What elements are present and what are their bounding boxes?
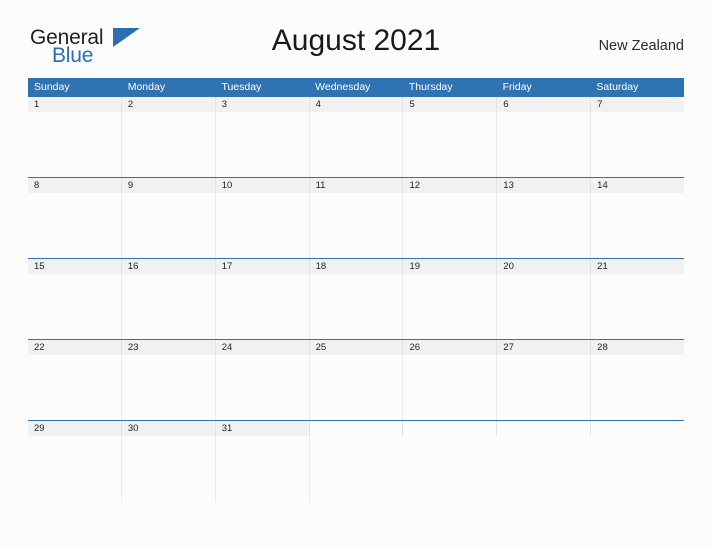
week-note-band xyxy=(28,112,684,178)
day-note-area[interactable] xyxy=(122,355,216,421)
day-number[interactable]: 3 xyxy=(216,97,310,112)
day-note-area-empty xyxy=(403,436,497,502)
day-number[interactable]: 20 xyxy=(497,259,592,274)
calendar-page: General Blue August 2021 New Zealand Sun… xyxy=(0,0,712,550)
day-note-area[interactable] xyxy=(122,193,216,259)
calendar-week-row: 8 9 10 11 12 13 14 xyxy=(28,177,684,259)
week-note-band xyxy=(28,274,684,340)
day-number[interactable]: 31 xyxy=(216,421,310,436)
day-number[interactable]: 24 xyxy=(216,340,310,355)
day-number[interactable]: 21 xyxy=(591,259,684,274)
day-note-area-empty xyxy=(497,436,591,502)
day-number[interactable]: 13 xyxy=(497,178,592,193)
day-number[interactable]: 4 xyxy=(310,97,404,112)
day-note-area[interactable] xyxy=(403,274,498,340)
day-number[interactable]: 7 xyxy=(591,97,684,112)
day-note-area[interactable] xyxy=(497,112,592,178)
week-note-band xyxy=(28,436,684,502)
day-number[interactable]: 18 xyxy=(310,259,404,274)
calendar-week-row: 15 16 17 18 19 20 21 xyxy=(28,258,684,340)
weekday-header-sunday: Sunday xyxy=(34,81,70,93)
day-number[interactable]: 8 xyxy=(28,178,122,193)
weekday-header-row: Sunday Monday Tuesday Wednesday Thursday… xyxy=(28,78,684,96)
day-number[interactable]: 9 xyxy=(122,178,216,193)
day-number[interactable]: 16 xyxy=(122,259,216,274)
week-note-band xyxy=(28,355,684,421)
day-number[interactable]: 10 xyxy=(216,178,310,193)
day-note-area[interactable] xyxy=(497,355,592,421)
day-note-area[interactable] xyxy=(28,274,122,340)
day-note-area[interactable] xyxy=(122,112,216,178)
day-cell-empty xyxy=(591,421,685,436)
day-number[interactable]: 17 xyxy=(216,259,310,274)
calendar-week-row: 29 30 31 xyxy=(28,420,685,502)
day-note-area[interactable] xyxy=(591,193,684,259)
day-note-area[interactable] xyxy=(403,193,498,259)
weekday-header-wednesday: Wednesday xyxy=(315,81,371,93)
day-note-area-empty xyxy=(310,436,404,502)
day-number[interactable]: 26 xyxy=(403,340,498,355)
day-note-area[interactable] xyxy=(310,193,404,259)
day-cell-empty xyxy=(403,421,498,436)
day-number[interactable]: 29 xyxy=(28,421,122,436)
day-number[interactable]: 14 xyxy=(591,178,684,193)
calendar-grid: Sunday Monday Tuesday Wednesday Thursday… xyxy=(28,78,685,502)
day-note-area[interactable] xyxy=(497,274,592,340)
page-title: August 2021 xyxy=(271,24,441,57)
day-note-area[interactable] xyxy=(310,355,404,421)
day-note-area[interactable] xyxy=(403,112,498,178)
day-number[interactable]: 1 xyxy=(28,97,122,112)
day-cell-empty xyxy=(309,421,404,436)
week-date-band: 8 9 10 11 12 13 14 xyxy=(28,178,684,193)
day-note-area[interactable] xyxy=(497,193,592,259)
week-date-band: 15 16 17 18 19 20 21 xyxy=(28,259,684,274)
day-note-area[interactable] xyxy=(122,274,216,340)
day-note-area[interactable] xyxy=(28,355,122,421)
day-cell-empty xyxy=(497,421,592,436)
day-note-area[interactable] xyxy=(216,355,310,421)
day-note-area[interactable] xyxy=(310,274,404,340)
day-number[interactable]: 22 xyxy=(28,340,122,355)
page-header: General Blue August 2021 New Zealand xyxy=(28,22,684,72)
day-note-area[interactable] xyxy=(591,274,684,340)
day-note-area[interactable] xyxy=(216,193,310,259)
week-date-band: 1 2 3 4 5 6 7 xyxy=(28,97,684,112)
day-number[interactable]: 27 xyxy=(497,340,592,355)
day-number[interactable]: 30 xyxy=(122,421,216,436)
region-label: New Zealand xyxy=(598,38,684,54)
calendar-week-row: 1 2 3 4 5 6 7 xyxy=(28,96,684,178)
day-number[interactable]: 15 xyxy=(28,259,122,274)
day-note-area[interactable] xyxy=(216,436,310,502)
day-number[interactable]: 5 xyxy=(403,97,498,112)
day-number[interactable]: 28 xyxy=(591,340,684,355)
weekday-header-tuesday: Tuesday xyxy=(221,81,262,93)
day-note-area[interactable] xyxy=(28,193,122,259)
day-note-area[interactable] xyxy=(216,112,310,178)
day-note-area[interactable] xyxy=(403,355,498,421)
day-number[interactable]: 12 xyxy=(403,178,498,193)
day-note-area[interactable] xyxy=(591,355,684,421)
weekday-header-thursday: Thursday xyxy=(408,81,453,93)
day-number[interactable]: 11 xyxy=(310,178,404,193)
weekday-header-saturday: Saturday xyxy=(596,81,639,93)
day-number[interactable]: 6 xyxy=(497,97,592,112)
day-note-area[interactable] xyxy=(28,436,122,502)
week-date-band: 22 23 24 25 26 27 28 xyxy=(28,340,684,355)
day-number[interactable]: 2 xyxy=(122,97,216,112)
day-note-area[interactable] xyxy=(591,112,684,178)
weekday-header-friday: Friday xyxy=(502,81,532,93)
day-note-area[interactable] xyxy=(310,112,404,178)
day-number[interactable]: 23 xyxy=(122,340,216,355)
day-number[interactable]: 19 xyxy=(403,259,498,274)
week-note-band xyxy=(28,193,684,259)
day-note-area-empty xyxy=(591,436,684,502)
day-note-area[interactable] xyxy=(28,112,122,178)
weekday-header-monday: Monday xyxy=(127,81,166,93)
day-note-area[interactable] xyxy=(216,274,310,340)
day-note-area[interactable] xyxy=(122,436,216,502)
week-date-band: 29 30 31 xyxy=(28,421,685,436)
calendar-week-row: 22 23 24 25 26 27 28 xyxy=(28,339,684,421)
day-number[interactable]: 25 xyxy=(310,340,404,355)
